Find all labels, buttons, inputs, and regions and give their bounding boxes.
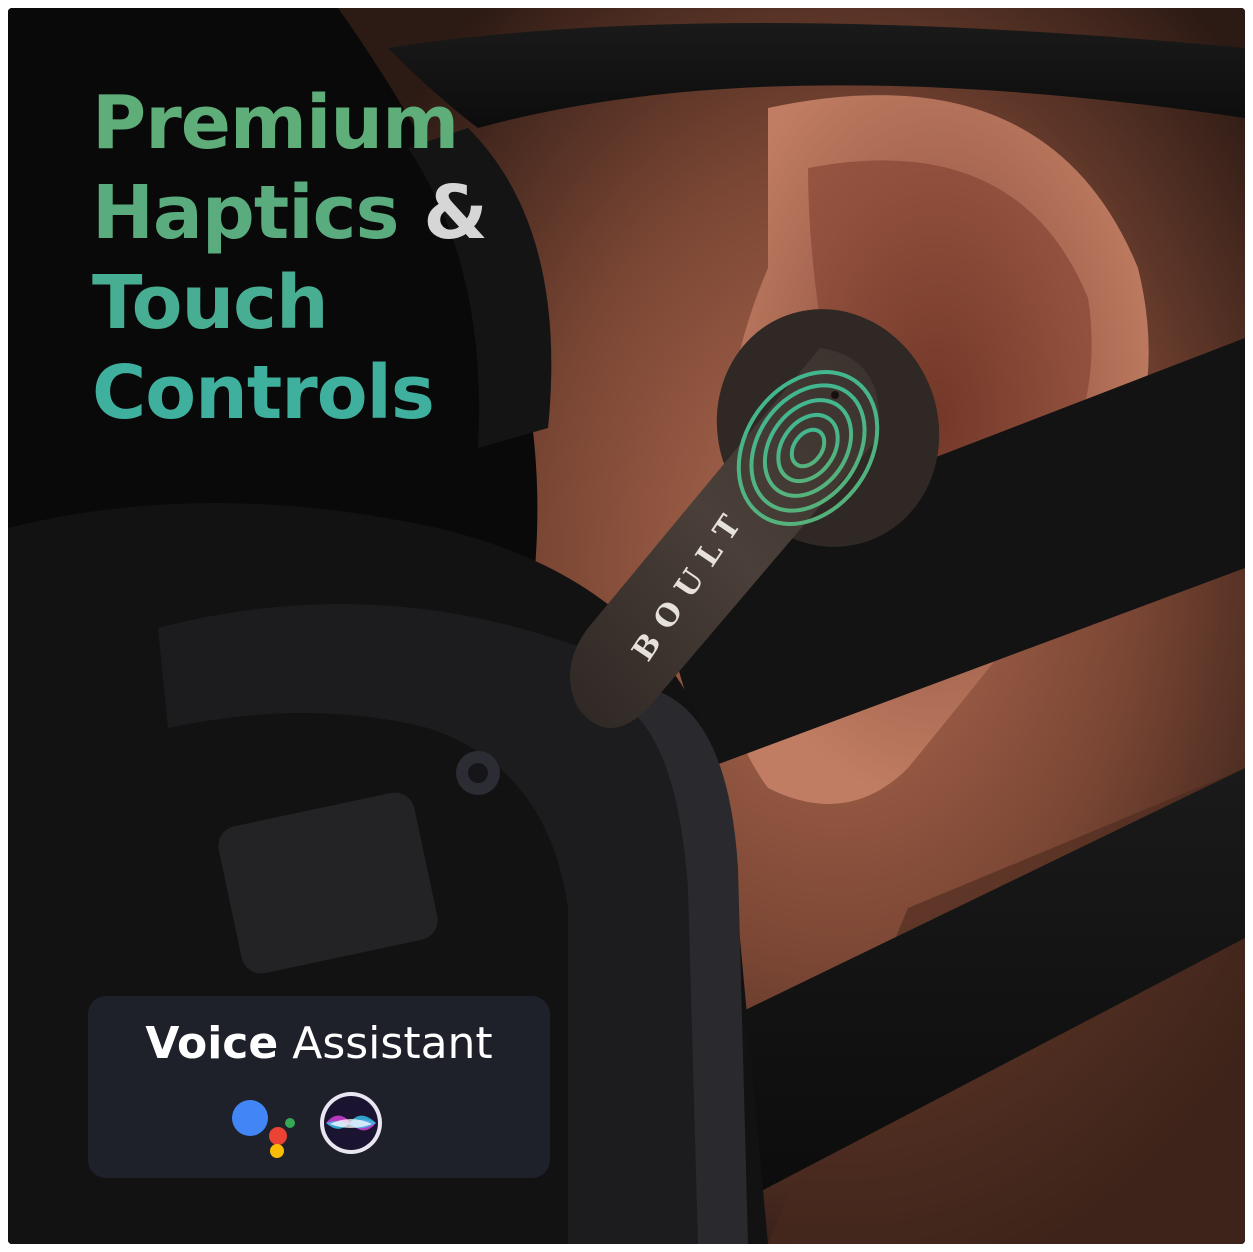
assistant-icons [88, 1090, 550, 1160]
headline-line-2: Haptics & [92, 168, 488, 258]
siri-icon [320, 1092, 382, 1154]
product-image: BOULT Premium Haptics & Touch Controls V… [8, 8, 1245, 1244]
voice-assistant-regular: Assistant [292, 1018, 493, 1069]
headline-haptics: Haptics [92, 170, 399, 256]
headline-line-3: Touch [92, 260, 329, 346]
headline-line-1: Premium [92, 80, 459, 166]
voice-assistant-card: Voice Assistant [88, 996, 550, 1178]
google-assistant-icon [232, 1100, 295, 1158]
headline-ampersand: & [423, 170, 488, 256]
voice-assistant-title: Voice Assistant [88, 1018, 550, 1070]
voice-assistant-bold: Voice [145, 1018, 279, 1069]
headline: Premium Haptics & Touch Controls [92, 78, 488, 438]
headline-line-4: Controls [92, 350, 435, 436]
